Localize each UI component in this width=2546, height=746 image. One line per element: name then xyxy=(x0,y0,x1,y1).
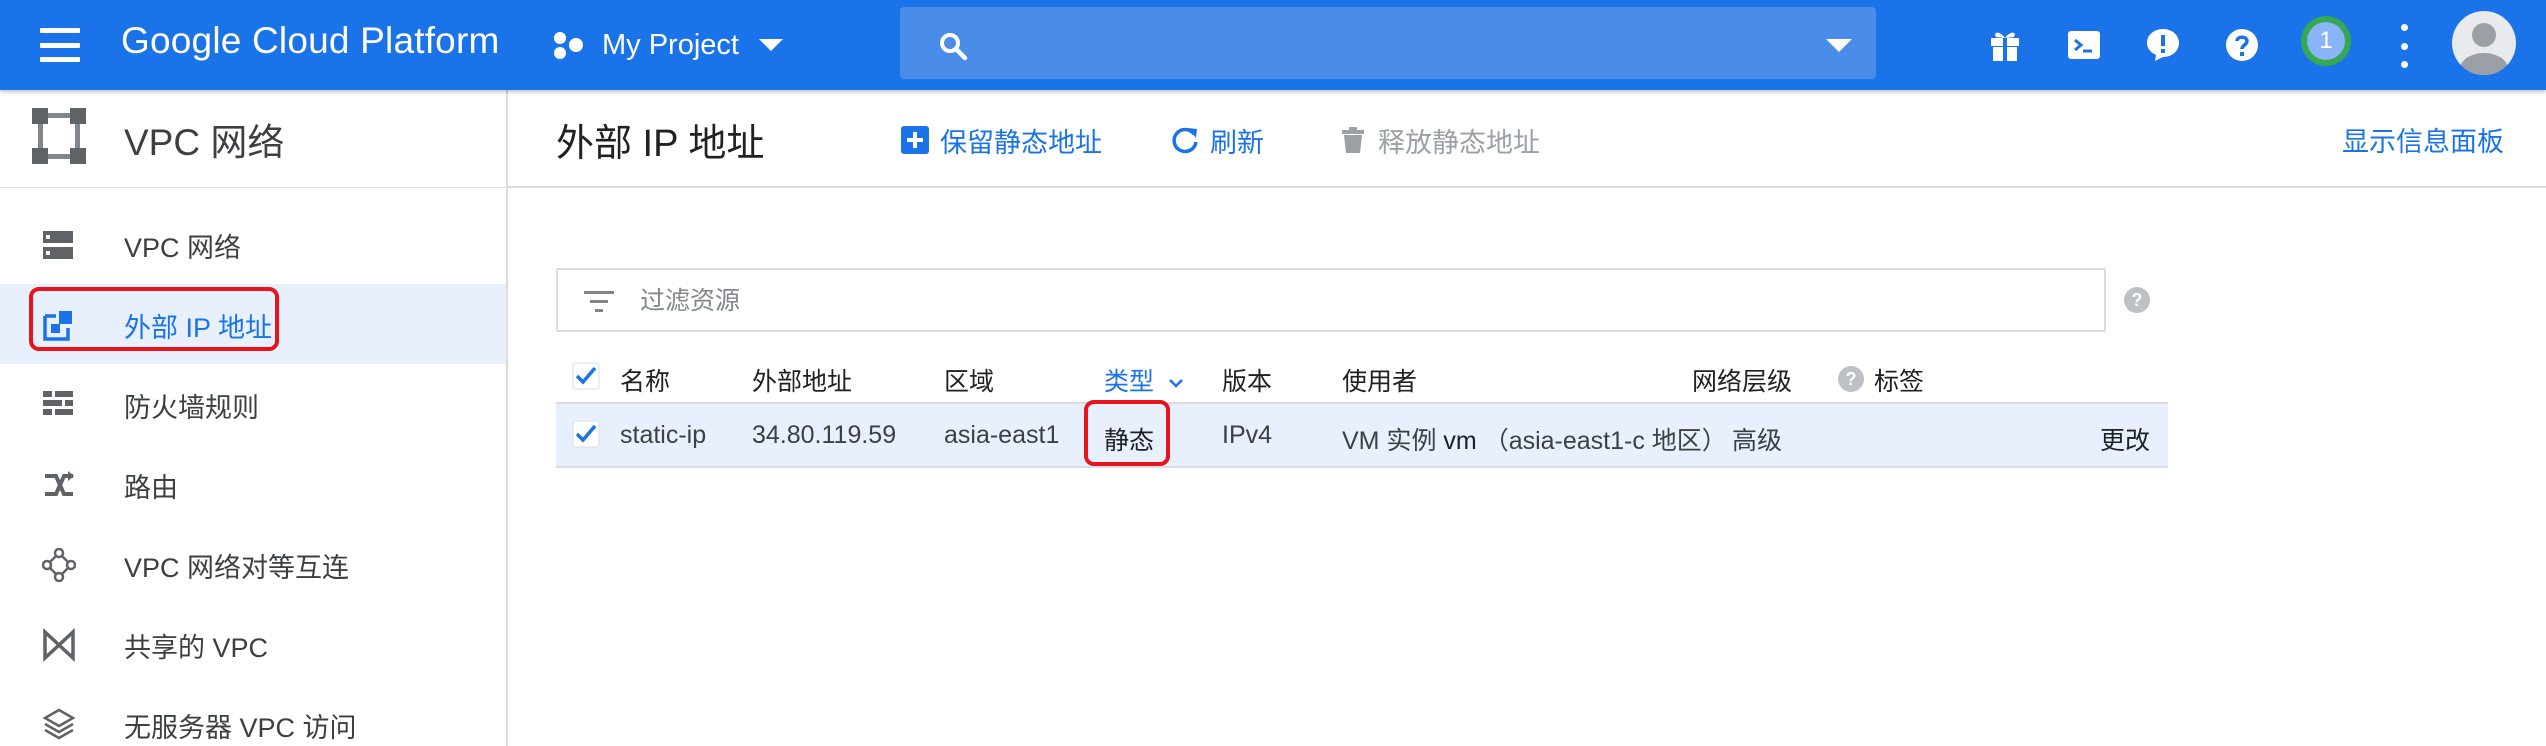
filter-input[interactable] xyxy=(640,282,2040,320)
sidebar-item-label: 共享的 VPC xyxy=(124,633,269,663)
column-header-name[interactable]: 名称 xyxy=(620,362,670,398)
more-vert-icon[interactable] xyxy=(2394,24,2414,68)
cloud-shell-icon[interactable] xyxy=(2063,24,2105,66)
main-content: 外部 IP 地址 保留静态地址 刷新 释放静态地址 显示信息面板 过滤资源 ? … xyxy=(508,90,2546,746)
gift-icon[interactable] xyxy=(1984,24,2026,66)
sidebar-title: VPC 网络 xyxy=(124,122,285,163)
release-static-address-button[interactable]: 释放静态地址 xyxy=(1338,120,1540,160)
sidebar-item-external-ip[interactable]: 外部 IP 地址 xyxy=(0,284,506,364)
filter-help-icon[interactable]: ? xyxy=(2124,287,2150,313)
sidebar-item-label: 无服务器 VPC 访问 xyxy=(124,713,357,743)
top-app-bar: Google Cloud Platform My Project 1 xyxy=(0,0,2546,90)
cell-network-tier: 高级 xyxy=(1732,427,1783,455)
cell-external-address: 34.80.119.59 xyxy=(752,421,897,449)
project-dots-icon xyxy=(554,32,583,59)
cell-type: 静态 xyxy=(1104,427,1155,455)
external-ip-icon xyxy=(43,311,72,341)
account-avatar-icon[interactable] xyxy=(2452,11,2516,75)
column-header-network-tier[interactable]: 网络层级 xyxy=(1692,362,1792,398)
column-header-region[interactable]: 区域 xyxy=(944,362,994,398)
column-header-external-address[interactable]: 外部地址 xyxy=(752,362,852,398)
sidebar-item-label: 防火墙规则 xyxy=(124,393,259,423)
filter-list-icon xyxy=(584,291,614,312)
search-icon xyxy=(940,33,968,61)
network-tier-help-icon[interactable]: ? xyxy=(1838,366,1864,392)
sidebar-item-label: 外部 IP 地址 xyxy=(124,313,273,343)
chevron-down-icon xyxy=(758,39,783,51)
vpc-network-icon xyxy=(43,231,73,259)
table-row[interactable]: static-ip 34.80.119.59 asia-east1 静态 IPv… xyxy=(556,404,2168,468)
refresh-button[interactable]: 刷新 xyxy=(1170,120,1264,160)
sidebar-item-firewall[interactable]: 防火墙规则 xyxy=(0,364,506,444)
peering-icon xyxy=(42,548,76,582)
delete-icon xyxy=(1342,127,1364,153)
column-header-in-use-by[interactable]: 使用者 xyxy=(1342,362,1417,398)
sidebar-item-vpc-peering[interactable]: VPC 网络对等互连 xyxy=(0,524,506,604)
show-info-panel-link[interactable]: 显示信息面板 xyxy=(2342,120,2504,159)
action-bar: 外部 IP 地址 保留静态地址 刷新 释放静态地址 显示信息面板 xyxy=(508,90,2546,188)
project-selector[interactable]: My Project xyxy=(552,22,783,68)
menu-icon[interactable] xyxy=(40,28,80,62)
search-bar[interactable] xyxy=(900,7,1876,79)
add-box-icon xyxy=(901,126,929,154)
table-header: 名称 外部地址 区域 类型 版本 使用者 网络层级 ? 标签 xyxy=(556,352,2168,404)
brand-title[interactable]: Google Cloud Platform xyxy=(121,20,500,62)
cell-in-use-by: VM 实例 vm （asia-east1-c 地区） xyxy=(1342,427,1727,455)
notifications-icon[interactable] xyxy=(2142,24,2184,66)
sidebar-header: VPC 网络 xyxy=(0,90,506,188)
change-button[interactable]: 更改 xyxy=(2100,421,2150,457)
vpc-product-logo-icon xyxy=(32,108,86,164)
row-checkbox[interactable] xyxy=(572,420,600,448)
serverless-vpc-icon xyxy=(42,708,76,740)
help-icon[interactable] xyxy=(2221,24,2263,66)
sidebar-item-label: VPC 网络对等互连 xyxy=(124,553,350,583)
firewall-icon xyxy=(43,391,73,415)
page-title: 外部 IP 地址 xyxy=(556,123,765,165)
sidebar: VPC 网络 VPC 网络 外部 IP 地址 防火墙规则 路由 VPC 网络对等… xyxy=(0,90,508,746)
project-name: My Project xyxy=(602,28,739,61)
filter-bar[interactable] xyxy=(556,268,2106,332)
sidebar-item-shared-vpc[interactable]: 共享的 VPC xyxy=(0,604,506,684)
sort-chevron-down-icon xyxy=(1169,379,1183,389)
sidebar-item-label: VPC 网络 xyxy=(124,233,242,263)
search-options-dropdown-icon[interactable] xyxy=(1826,39,1852,52)
sidebar-item-serverless-vpc[interactable]: 无服务器 VPC 访问 xyxy=(0,684,506,746)
sidebar-item-label: 路由 xyxy=(124,473,178,503)
reserve-static-address-button[interactable]: 保留静态地址 xyxy=(900,120,1102,160)
refresh-icon xyxy=(1172,127,1198,154)
column-header-labels[interactable]: 标签 xyxy=(1874,362,1924,398)
shared-vpc-icon xyxy=(43,628,75,662)
select-all-checkbox[interactable] xyxy=(572,362,600,390)
cell-region: asia-east1 xyxy=(944,421,1060,449)
notification-count-badge[interactable]: 1 xyxy=(2301,16,2351,66)
sidebar-item-routes[interactable]: 路由 xyxy=(0,444,506,524)
sidebar-item-vpc-networks[interactable]: VPC 网络 xyxy=(0,204,506,284)
cell-version: IPv4 xyxy=(1222,421,1273,449)
routes-icon xyxy=(45,471,74,496)
search-input[interactable] xyxy=(980,21,1760,65)
cell-name: static-ip xyxy=(620,421,707,449)
column-header-type[interactable]: 类型 xyxy=(1104,362,1185,398)
vm-instance-link[interactable]: vm xyxy=(1443,427,1476,455)
column-header-version[interactable]: 版本 xyxy=(1222,362,1272,398)
